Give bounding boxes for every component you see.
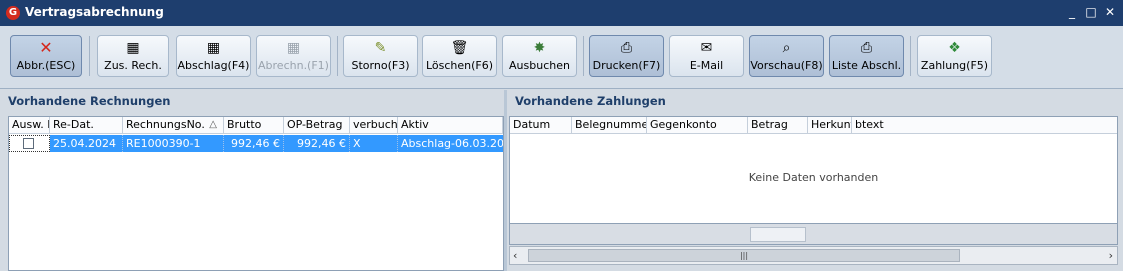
footer-summary-cell xyxy=(750,227,806,242)
calculator-icon: ▦ xyxy=(206,40,221,56)
payments-footer xyxy=(509,224,1118,245)
column-header-amount[interactable]: Betrag xyxy=(748,117,808,134)
book-out-button[interactable]: ✸ Ausbuchen xyxy=(502,35,577,77)
cancel-document-icon: ✎ xyxy=(374,40,387,56)
column-header-date[interactable]: Re-Dat. xyxy=(50,117,123,134)
printer-icon: ⎙ xyxy=(620,40,633,56)
column-header-number[interactable]: RechnungsNo. △ xyxy=(123,117,224,134)
column-header-booked[interactable]: verbuchl xyxy=(350,117,398,134)
payment-button[interactable]: ❖ Zahlung(F5) xyxy=(917,35,992,77)
preview-icon: ⌕ xyxy=(782,40,791,56)
email-icon: ✉ xyxy=(700,40,713,56)
column-header-date[interactable]: Datum xyxy=(510,117,572,134)
column-header-text[interactable]: btext xyxy=(852,117,1117,134)
email-label: E-Mail xyxy=(689,59,724,72)
installment-list-label: Liste Abschl. xyxy=(831,59,902,72)
invoices-panel-title: Vorhandene Rechnungen xyxy=(8,94,171,108)
toolbar-separator xyxy=(910,36,911,76)
payment-icon: ❖ xyxy=(948,40,961,56)
column-header-counter-account[interactable]: Gegenkonto xyxy=(647,117,748,134)
title-bar: G Vertragsabrechnung _ □ ✕ xyxy=(0,0,1123,26)
delete-label: Löschen(F6) xyxy=(425,59,494,72)
payments-grid: Datum Belegnummer Gegenkonto Betrag Herk… xyxy=(509,116,1118,224)
payments-panel-title: Vorhandene Zahlungen xyxy=(515,94,666,108)
installment-label: Abschlag(F4) xyxy=(177,59,250,72)
storno-button[interactable]: ✎ Storno(F3) xyxy=(343,35,418,77)
toolbar-separator xyxy=(89,36,90,76)
column-header-brutto[interactable]: Brutto xyxy=(224,117,284,134)
cell-booked: X xyxy=(350,135,398,152)
close-x-icon: ✕ xyxy=(39,38,53,57)
toolbar: ✕ Abbr.(ESC) ▦ Zus. Rech. ▦ Abschlag(F4)… xyxy=(0,26,1123,89)
email-button[interactable]: ✉ E-Mail xyxy=(669,35,744,77)
preview-label: Vorschau(F8) xyxy=(750,59,823,72)
panel-splitter[interactable] xyxy=(504,90,507,271)
close-window-button[interactable]: ✕ xyxy=(1102,4,1118,20)
additional-invoice-label: Zus. Rech. xyxy=(104,59,162,72)
toolbar-separator xyxy=(337,36,338,76)
installment-button[interactable]: ▦ Abschlag(F4) xyxy=(176,35,251,77)
window-title: Vertragsabrechnung xyxy=(25,5,164,19)
print-label: Drucken(F7) xyxy=(592,59,661,72)
trash-icon: 🗑 xyxy=(450,40,469,56)
column-header-origin[interactable]: Herkunf xyxy=(808,117,852,134)
cancel-button[interactable]: ✕ Abbr.(ESC) xyxy=(10,35,82,77)
app-logo-icon: G xyxy=(6,6,20,20)
column-header-select[interactable]: Ausw. I xyxy=(9,117,50,134)
payment-label: Zahlung(F5) xyxy=(920,59,989,72)
select-cell xyxy=(9,135,50,152)
maximize-button[interactable]: □ xyxy=(1083,4,1099,20)
cell-date: 25.04.2024 xyxy=(50,135,123,152)
scrollbar-thumb[interactable]: ||| xyxy=(528,249,960,262)
delete-button[interactable]: 🗑 Löschen(F6) xyxy=(422,35,497,77)
empty-state-text: Keine Daten vorhanden xyxy=(748,171,879,184)
invoices-grid: Ausw. I Re-Dat. RechnungsNo. △ Brutto OP… xyxy=(8,116,504,271)
book-out-icon: ✸ xyxy=(533,40,546,56)
cancel-button-label: Abbr.(ESC) xyxy=(16,59,76,72)
scroll-right-icon[interactable]: › xyxy=(1109,249,1113,262)
column-header-op-amount[interactable]: OP-Betrag xyxy=(284,117,350,134)
sort-ascending-icon: △ xyxy=(209,119,217,130)
preview-button[interactable]: ⌕ Vorschau(F8) xyxy=(749,35,824,77)
column-header-active[interactable]: Aktiv xyxy=(398,117,503,134)
cell-brutto: 992,46 € xyxy=(224,135,284,152)
settlement-button[interactable]: ▦ Abrechn.(F1) xyxy=(256,35,331,77)
calculator-icon: ▦ xyxy=(286,40,301,56)
cell-op-amount: 992,46 € xyxy=(284,135,350,152)
book-out-label: Ausbuchen xyxy=(509,59,570,72)
storno-label: Storno(F3) xyxy=(351,59,410,72)
additional-invoice-button[interactable]: ▦ Zus. Rech. xyxy=(97,35,169,77)
cell-number: RE1000390-1 xyxy=(123,135,224,152)
cell-active: Abschlag-06.03.2024 xyxy=(401,137,503,150)
scroll-left-icon[interactable]: ‹ xyxy=(513,249,517,262)
column-header-document-number[interactable]: Belegnummer xyxy=(572,117,647,134)
horizontal-scrollbar[interactable]: ‹ ||| › xyxy=(509,246,1118,265)
minimize-button[interactable]: _ xyxy=(1064,4,1080,20)
settlement-label: Abrechn.(F1) xyxy=(258,59,329,72)
column-header-number-label: RechnungsNo. xyxy=(126,118,205,131)
toolbar-separator xyxy=(583,36,584,76)
installment-list-button[interactable]: ⎙ Liste Abschl. xyxy=(829,35,904,77)
printer-icon: ⎙ xyxy=(860,40,873,56)
print-button[interactable]: ⎙ Drucken(F7) xyxy=(589,35,664,77)
calculator-icon: ▦ xyxy=(126,40,140,56)
row-select-checkbox[interactable] xyxy=(23,138,34,149)
